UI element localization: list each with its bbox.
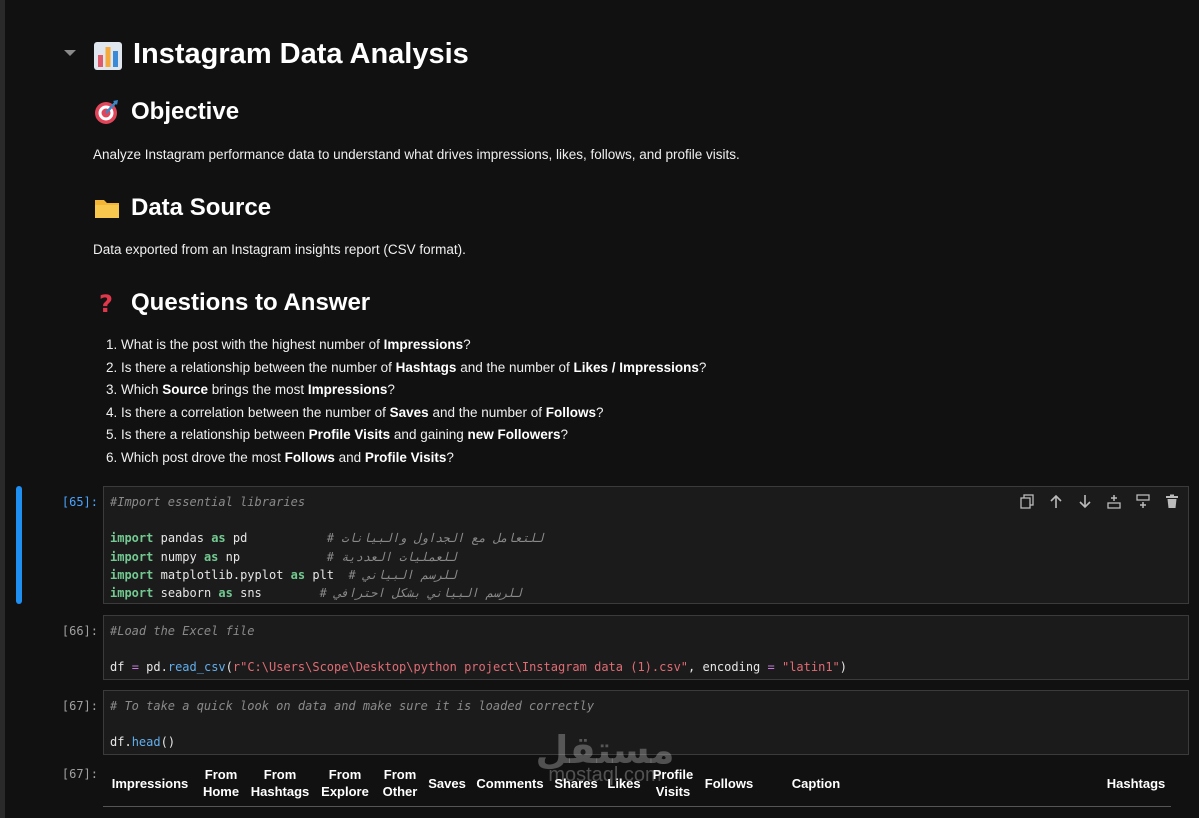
- collapse-caret-icon[interactable]: [64, 50, 76, 56]
- objective-heading: Objective: [93, 98, 239, 126]
- column-header: Likes: [607, 776, 641, 791]
- title-text: Instagram Data Analysis: [133, 38, 469, 70]
- code-line: df.head(): [110, 735, 176, 750]
- column-header: Comments: [476, 776, 544, 791]
- insert-above-icon[interactable]: [1105, 493, 1122, 510]
- svg-text:?: ?: [99, 290, 113, 316]
- questions-list: What is the post with the highest number…: [103, 336, 706, 471]
- bar-chart-icon: [93, 41, 122, 70]
- code-editor[interactable]: #Load the Excel file df = pd.read_csv(r"…: [103, 615, 1189, 680]
- code-editor[interactable]: # To take a quick look on data and make …: [103, 690, 1189, 755]
- column-header: From Other: [382, 767, 418, 799]
- objective-text: Analyze Instagram performance data to un…: [93, 147, 740, 162]
- list-item: Is there a relationship between Profile …: [121, 426, 706, 449]
- column-header: Caption: [791, 776, 841, 791]
- cell-prompt: [67]:: [61, 699, 98, 713]
- code-line: import pandas as pd # للتعامل مع الجداول…: [110, 531, 544, 546]
- list-item: Is there a correlation between the numbe…: [121, 404, 706, 427]
- duplicate-icon[interactable]: [1018, 493, 1035, 510]
- notebook-title: Instagram Data Analysis: [93, 38, 469, 71]
- data-source-text: Data exported from an Instagram insights…: [93, 242, 466, 257]
- output-dataframe-header: Impressions From Home From Hashtags From…: [103, 766, 1171, 807]
- move-up-icon[interactable]: [1047, 493, 1064, 510]
- column-header: Hashtags: [1106, 776, 1166, 791]
- active-cell-indicator: [16, 486, 22, 604]
- target-icon: [93, 99, 119, 125]
- data-source-heading: Data Source: [93, 194, 271, 222]
- code-line: df = pd.read_csv(r"C:\Users\Scope\Deskto…: [110, 660, 848, 675]
- code-cell-65[interactable]: [65]: #Import essential libraries import…: [16, 486, 1190, 606]
- code-line: import seaborn as sns # للرسم البياني بش…: [110, 585, 522, 600]
- code-cell-66[interactable]: [66]: #Load the Excel file df = pd.read_…: [16, 615, 1190, 681]
- left-gutter: [0, 0, 5, 818]
- code-line: import matplotlib.pyplot as plt # للرسم …: [110, 567, 457, 582]
- list-item: Which Source brings the most Impressions…: [121, 381, 706, 404]
- code-line: import numpy as np # للعمليات العددية: [110, 549, 457, 564]
- column-header: From Hashtags: [250, 767, 310, 799]
- column-header: Profile Visits: [652, 767, 694, 799]
- column-header: Follows: [704, 776, 754, 791]
- column-header: Impressions: [111, 776, 189, 791]
- column-header: Saves: [428, 776, 466, 791]
- list-item: Is there a relationship between the numb…: [121, 359, 706, 382]
- code-cell-67[interactable]: [67]: # To take a quick look on data and…: [16, 690, 1190, 756]
- cell-toolbar: [1018, 493, 1180, 510]
- insert-below-icon[interactable]: [1134, 493, 1151, 510]
- cell-prompt: [65]:: [61, 495, 98, 509]
- column-header: From Home: [202, 767, 240, 799]
- column-header: From Explore: [321, 767, 369, 799]
- column-header: Shares: [554, 776, 598, 791]
- questions-heading: ? Questions to Answer: [93, 289, 370, 318]
- list-item: What is the post with the highest number…: [121, 336, 706, 359]
- question-mark-icon: ?: [93, 290, 119, 318]
- folder-icon: [93, 195, 119, 221]
- code-editor[interactable]: #Import essential libraries import panda…: [103, 486, 1189, 604]
- delete-icon[interactable]: [1163, 493, 1180, 510]
- output-prompt: [67]:: [61, 767, 98, 781]
- list-item: Which post drove the most Follows and Pr…: [121, 449, 706, 472]
- cell-prompt: [66]:: [61, 624, 98, 638]
- move-down-icon[interactable]: [1076, 493, 1093, 510]
